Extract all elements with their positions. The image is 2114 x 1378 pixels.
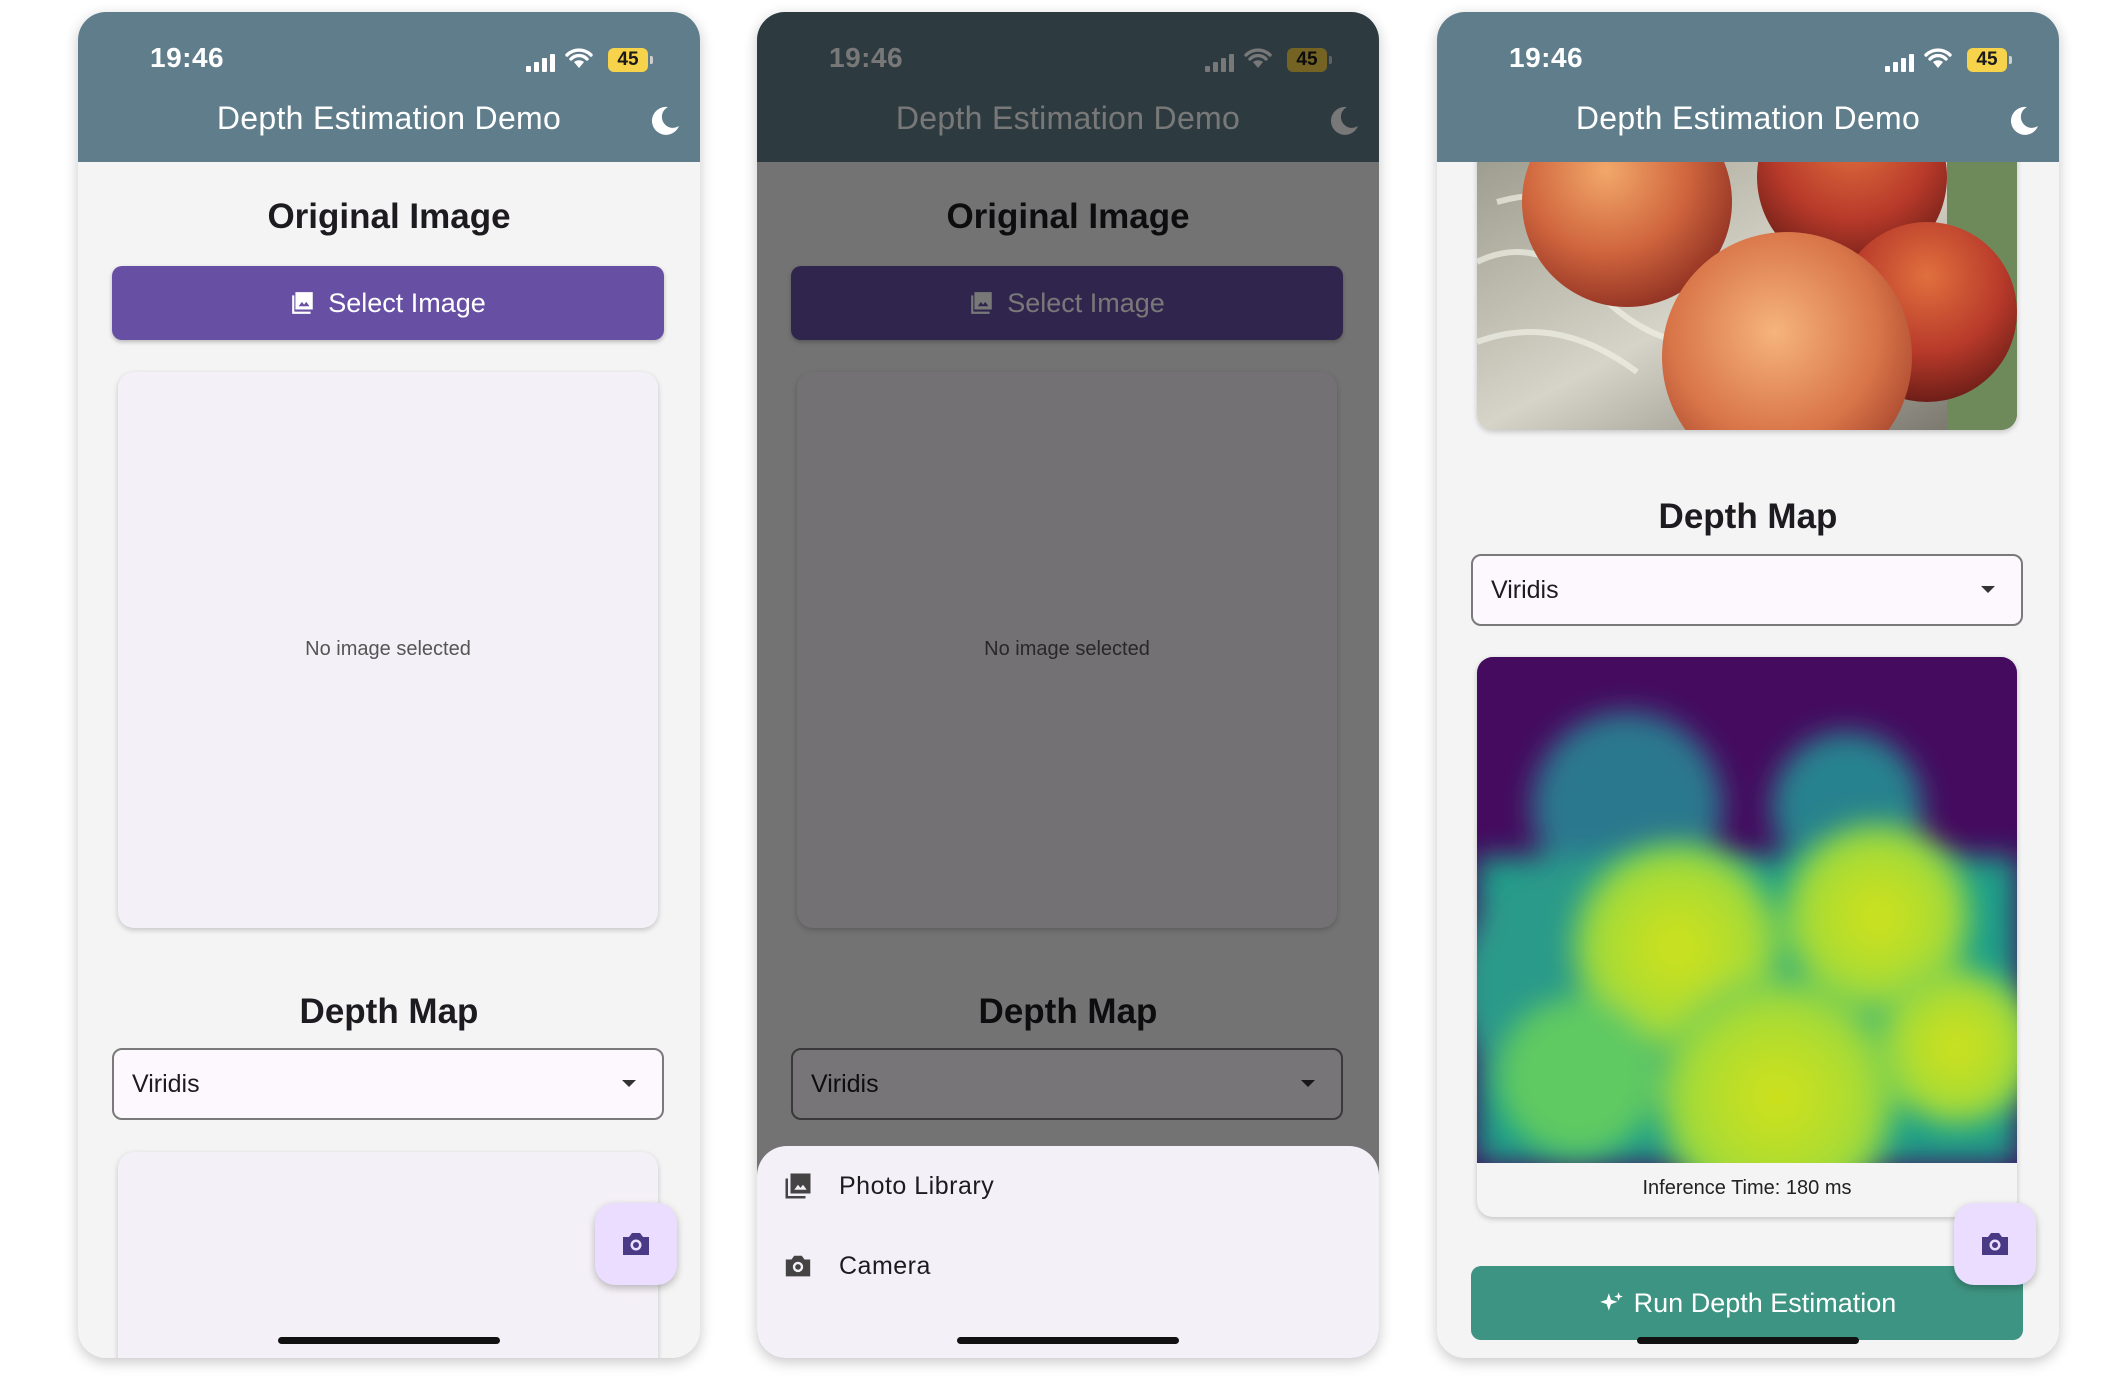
peaches-photo: [1477, 142, 2017, 430]
depth-map-heading: Depth Map: [299, 992, 479, 1031]
inference-time-label: Inference Time: 180 ms: [1642, 1177, 1852, 1199]
home-indicator: [1637, 1337, 1859, 1344]
run-button-label: Run Depth Estimation: [1633, 1287, 1897, 1318]
app-bar: 19:46 45 Depth Estimation Demo: [78, 12, 700, 162]
colormap-dropdown[interactable]: Viridis: [1471, 554, 2023, 626]
depth-map-card: Inference Time: 180 ms: [1477, 657, 2017, 1217]
cellular-signal-icon: [1885, 54, 1917, 72]
photo-library-option[interactable]: Photo Library: [783, 1156, 994, 1216]
photo-library-label: Photo Library: [839, 1171, 995, 1200]
run-depth-estimation-button[interactable]: Run Depth Estimation: [1471, 1266, 2023, 1340]
image-source-sheet: Photo Library Camera: [757, 1146, 1379, 1358]
moon-icon[interactable]: [648, 104, 682, 138]
original-image-card: No image selected: [118, 372, 658, 928]
camera-fab[interactable]: [1954, 1203, 2036, 1285]
no-image-placeholder: No image selected: [305, 638, 471, 660]
colormap-selected-value: Viridis: [1491, 575, 1559, 604]
depth-map-image: [1477, 657, 2017, 1217]
home-indicator: [278, 1337, 500, 1344]
select-image-button[interactable]: Select Image: [112, 266, 664, 340]
dropdown-arrow-icon: [1981, 586, 1995, 593]
depth-map-heading: Depth Map: [1658, 497, 1838, 536]
app-title: Depth Estimation Demo: [216, 100, 562, 136]
status-time: 19:46: [1509, 42, 1584, 73]
app-title: Depth Estimation Demo: [1575, 100, 1921, 136]
colormap-selected-value: Viridis: [132, 1069, 200, 1098]
home-indicator: [957, 1337, 1179, 1344]
wifi-icon: [1924, 48, 1952, 68]
camera-icon: [785, 1255, 811, 1277]
wifi-icon: [565, 48, 593, 68]
colormap-dropdown[interactable]: Viridis: [112, 1048, 664, 1120]
phone-screen-source-sheet: 19:46 45 Depth Estimation Demo Original …: [757, 12, 1379, 1358]
moon-icon[interactable]: [2007, 104, 2041, 138]
original-image-heading: Original Image: [267, 197, 511, 236]
status-time: 19:46: [150, 42, 225, 73]
status-bar: 19:46 45: [1437, 32, 2059, 73]
dropdown-arrow-icon: [622, 1080, 636, 1087]
cellular-signal-icon: [526, 54, 558, 72]
status-bar: 19:46 45: [78, 32, 700, 73]
image-icon: [292, 292, 313, 314]
camera-label: Camera: [839, 1251, 931, 1280]
camera-fab[interactable]: [595, 1203, 677, 1285]
original-image-preview: [1477, 142, 2017, 430]
battery-icon: 45: [1967, 48, 2012, 72]
phone-screen-initial: 19:46 45 Depth Estimation Demo Original …: [78, 12, 700, 1358]
select-image-label: Select Image: [328, 287, 486, 318]
depth-map-card: [118, 1152, 658, 1358]
phone-screen-result: 19:46 45 Depth Estimation Demo Depth Map: [1437, 12, 2059, 1358]
camera-icon: [623, 1233, 649, 1255]
photo-library-icon: [785, 1173, 811, 1199]
camera-option[interactable]: Camera: [783, 1236, 931, 1296]
sparkle-icon: [1599, 1292, 1623, 1311]
camera-icon: [1982, 1233, 2008, 1255]
app-bar: 19:46 45 Depth Estimation Demo: [1437, 12, 2059, 162]
battery-icon: 45: [608, 48, 653, 72]
